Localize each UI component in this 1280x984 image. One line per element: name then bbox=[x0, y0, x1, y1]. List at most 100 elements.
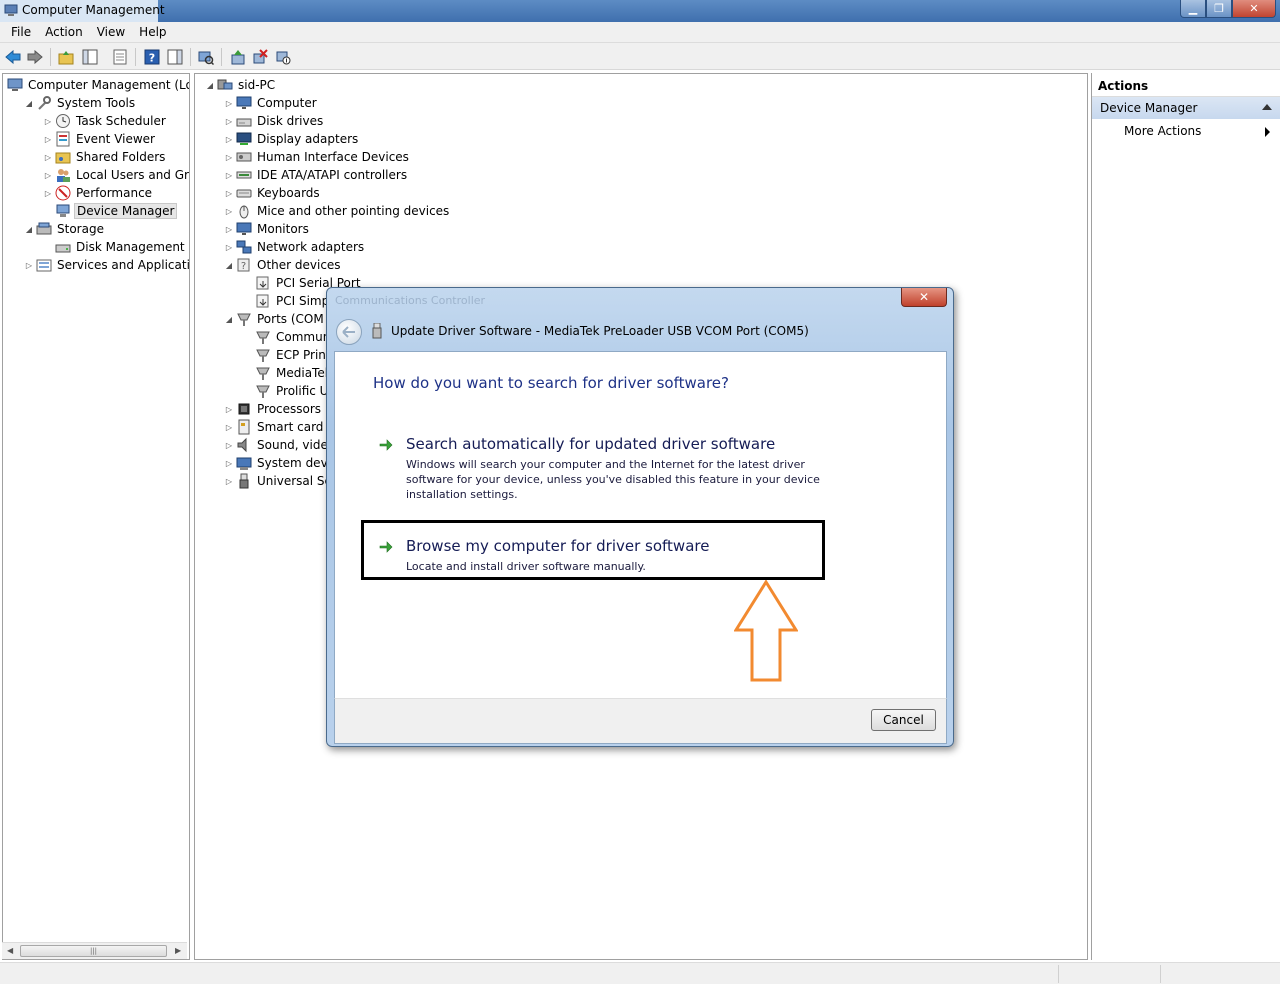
close-button[interactable]: ✕ bbox=[1232, 0, 1276, 18]
tree-item-system-tools[interactable]: ◢ System Tools bbox=[24, 94, 137, 112]
show-hide-tree-button[interactable] bbox=[81, 48, 99, 66]
device-category-mediatek[interactable]: MediaTek bbox=[243, 364, 334, 382]
tree-item-label: Storage bbox=[57, 222, 104, 236]
menu-help[interactable]: Help bbox=[132, 25, 173, 39]
tree-item-computer-management-local[interactable]: Computer Management (Local bbox=[5, 76, 189, 94]
device-category-display-adapters[interactable]: ▷ Display adapters bbox=[224, 130, 360, 148]
device-category-disk-drives[interactable]: ▷ Disk drives bbox=[224, 112, 325, 130]
collapse-arrow-icon[interactable]: ◢ bbox=[224, 315, 234, 324]
device-category-universal-seri[interactable]: ▷ Universal Seri bbox=[224, 472, 342, 490]
expand-arrow-icon[interactable]: ▷ bbox=[224, 405, 234, 414]
collapse-arrow-icon[interactable]: ◢ bbox=[24, 99, 34, 108]
menu-action[interactable]: Action bbox=[38, 25, 90, 39]
expand-arrow-icon[interactable]: ▷ bbox=[24, 261, 34, 270]
tree-item-local-users-and-groups[interactable]: ▷ Local Users and Groups bbox=[43, 166, 189, 184]
expand-arrow-icon[interactable]: ▷ bbox=[43, 153, 53, 162]
close-icon: ✕ bbox=[918, 290, 930, 304]
expand-arrow-icon[interactable]: ▷ bbox=[224, 117, 234, 126]
action-pane-icon bbox=[167, 49, 183, 65]
tree-item-device-manager[interactable]: Device Manager bbox=[43, 202, 178, 220]
collapse-arrow-icon[interactable]: ◢ bbox=[24, 225, 34, 234]
device-tree-root-label: sid-PC bbox=[238, 78, 276, 92]
status-cell bbox=[1058, 965, 1160, 983]
uninstall-device-button[interactable] bbox=[251, 48, 269, 66]
expand-arrow-icon[interactable]: ▷ bbox=[224, 135, 234, 144]
svg-text:?: ? bbox=[241, 261, 246, 272]
device-category-processors[interactable]: ▷ Processors bbox=[224, 400, 323, 418]
device-category-monitors[interactable]: ▷ Monitors bbox=[224, 220, 311, 238]
device-category-ports-com[interactable]: ◢ Ports (COM & bbox=[224, 310, 339, 328]
tree-item-disk-management[interactable]: Disk Management bbox=[43, 238, 187, 256]
services-icon bbox=[36, 257, 52, 273]
properties-toolbar-button[interactable] bbox=[111, 48, 129, 66]
forward-toolbar-button[interactable] bbox=[26, 48, 44, 66]
device-category-mice-and-other-pointing-devices[interactable]: ▷ Mice and other pointing devices bbox=[224, 202, 451, 220]
expand-arrow-icon[interactable]: ▷ bbox=[224, 99, 234, 108]
disable-device-button[interactable] bbox=[274, 48, 292, 66]
more-actions-item[interactable]: More Actions bbox=[1092, 119, 1280, 143]
device-category-ide-ata-atapi-controllers[interactable]: ▷ IDE ATA/ATAPI controllers bbox=[224, 166, 409, 184]
restore-button[interactable]: ❐ bbox=[1206, 0, 1232, 18]
expand-arrow-icon[interactable]: ▷ bbox=[224, 189, 234, 198]
device-category-network-adapters[interactable]: ▷ Network adapters bbox=[224, 238, 366, 256]
expand-arrow-icon[interactable]: ▷ bbox=[224, 225, 234, 234]
menu-view[interactable]: View bbox=[90, 25, 132, 39]
device-tree-root[interactable]: ◢ sid-PC bbox=[205, 76, 277, 94]
dialog-close-button[interactable]: ✕ bbox=[901, 288, 947, 307]
expand-arrow-icon[interactable]: ▷ bbox=[43, 171, 53, 180]
collapse-arrow-icon[interactable]: ◢ bbox=[224, 261, 234, 270]
sound-icon bbox=[236, 437, 252, 453]
actions-section-device-manager[interactable]: Device Manager bbox=[1092, 97, 1280, 119]
device-category-smart-card-re[interactable]: ▷ Smart card re bbox=[224, 418, 341, 436]
expand-arrow-icon[interactable]: ▷ bbox=[224, 477, 234, 486]
expand-arrow-icon[interactable]: ▷ bbox=[224, 441, 234, 450]
scan-hardware-button[interactable] bbox=[197, 48, 215, 66]
collapse-arrow-icon[interactable]: ◢ bbox=[205, 81, 215, 90]
tree-item-storage[interactable]: ◢ Storage bbox=[24, 220, 106, 238]
device-category-other-devices[interactable]: ◢? Other devices bbox=[224, 256, 343, 274]
option-title: Search automatically for updated driver … bbox=[406, 435, 776, 453]
users-icon bbox=[55, 167, 71, 183]
expand-arrow-icon[interactable]: ▷ bbox=[224, 153, 234, 162]
device-category-ecp-print[interactable]: ECP Print bbox=[243, 346, 333, 364]
tree-item-performance[interactable]: ▷ Performance bbox=[43, 184, 154, 202]
up-folder-toolbar-button[interactable] bbox=[57, 48, 75, 66]
option-description: Windows will search your computer and th… bbox=[406, 458, 820, 501]
green-arrow-icon bbox=[379, 439, 393, 451]
cancel-button[interactable]: Cancel bbox=[871, 709, 936, 731]
help-toolbar-button[interactable]: ? bbox=[143, 48, 161, 66]
device-category-pci-simpl[interactable]: PCI Simpl bbox=[243, 292, 335, 310]
scroll-right-icon[interactable]: ▶ bbox=[175, 946, 181, 955]
device-category-commun[interactable]: Commun bbox=[243, 328, 332, 346]
expand-arrow-icon[interactable]: ▷ bbox=[224, 171, 234, 180]
device-label: Sound, video bbox=[257, 438, 336, 452]
device-category-sound-video[interactable]: ▷ Sound, video bbox=[224, 436, 337, 454]
dialog-back-button[interactable] bbox=[336, 319, 362, 345]
expand-arrow-icon[interactable]: ▷ bbox=[43, 189, 53, 198]
search-automatically-option[interactable]: Search automatically for updated driver … bbox=[379, 435, 849, 505]
device-category-prolific-us[interactable]: Prolific US bbox=[243, 382, 338, 400]
tree-item-shared-folders[interactable]: ▷ Shared Folders bbox=[43, 148, 167, 166]
tree-item-task-scheduler[interactable]: ▷ Task Scheduler bbox=[43, 112, 168, 130]
scroll-left-icon[interactable]: ◀ bbox=[7, 946, 13, 955]
expand-arrow-icon[interactable]: ▷ bbox=[43, 117, 53, 126]
tree-item-event-viewer[interactable]: ▷ Event Viewer bbox=[43, 130, 157, 148]
show-action-pane-button[interactable] bbox=[166, 48, 184, 66]
left-horizontal-scrollbar[interactable]: ◀ ||| ▶ bbox=[2, 942, 187, 959]
expand-arrow-icon[interactable]: ▷ bbox=[224, 207, 234, 216]
tree-item-services-and-applications[interactable]: ▷ Services and Applications bbox=[24, 256, 189, 274]
back-toolbar-button[interactable] bbox=[4, 48, 22, 66]
scrollbar-thumb[interactable]: ||| bbox=[20, 945, 167, 957]
expand-arrow-icon[interactable]: ▷ bbox=[224, 243, 234, 252]
update-driver-button[interactable] bbox=[229, 48, 247, 66]
device-category-computer[interactable]: ▷ Computer bbox=[224, 94, 319, 112]
expand-arrow-icon[interactable]: ▷ bbox=[43, 135, 53, 144]
expand-arrow-icon[interactable]: ▷ bbox=[224, 423, 234, 432]
expand-arrow-icon[interactable]: ▷ bbox=[224, 459, 234, 468]
menu-file[interactable]: File bbox=[4, 25, 38, 39]
device-category-human-interface-devices[interactable]: ▷ Human Interface Devices bbox=[224, 148, 411, 166]
device-category-keyboards[interactable]: ▷ Keyboards bbox=[224, 184, 322, 202]
device-category-system-devic[interactable]: ▷ System devic bbox=[224, 454, 340, 472]
collapse-triangle-icon[interactable] bbox=[1262, 104, 1272, 110]
minimize-button[interactable]: ▁ bbox=[1180, 0, 1206, 18]
